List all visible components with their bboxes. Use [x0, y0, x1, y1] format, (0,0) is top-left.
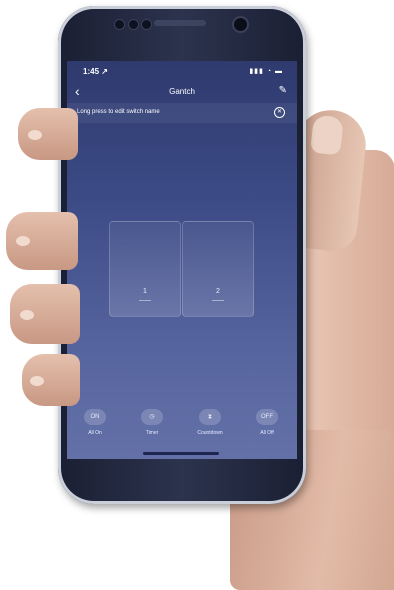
hand-finger: [18, 108, 78, 160]
clock-icon[interactable]: ◷: [141, 409, 163, 425]
switch-indicator: [139, 300, 151, 301]
timer-action[interactable]: ◷ Timer: [132, 409, 172, 436]
nav-bar: ‹ Gantch ✎: [67, 81, 297, 103]
earpiece-speaker: [154, 20, 206, 26]
switch-button-1[interactable]: 1: [109, 221, 181, 317]
switch-label: 1: [143, 288, 147, 295]
app-screen: 1:45 ↗ ▮▮▮ ◔ ▬ ‹ Gantch ✎ Long press to …: [67, 61, 297, 459]
action-bar: ON All On ◷ Timer ⧗ Countdown OFF All Of…: [67, 409, 297, 449]
action-label: All Off: [260, 430, 274, 436]
hint-banner: Long press to edit switch name ✕: [67, 103, 297, 123]
countdown-action[interactable]: ⧗ Countdown: [190, 409, 230, 436]
close-circle-icon[interactable]: ✕: [274, 107, 285, 118]
thumb-nail: [310, 114, 344, 156]
hint-text: Long press to edit switch name: [77, 109, 160, 115]
sensor-dot: [141, 19, 152, 30]
sensor-dot: [128, 19, 139, 30]
all-on-action[interactable]: ON All On: [75, 409, 115, 436]
front-camera: [232, 16, 249, 33]
pencil-icon[interactable]: ✎: [279, 85, 287, 96]
power-off-icon[interactable]: OFF: [256, 409, 278, 425]
power-on-icon[interactable]: ON: [84, 409, 106, 425]
fingernail: [20, 310, 34, 320]
all-off-action[interactable]: OFF All Off: [247, 409, 287, 436]
switch-button-2[interactable]: 2: [182, 221, 254, 317]
action-label: All On: [88, 430, 102, 436]
home-indicator[interactable]: [143, 452, 219, 455]
page-title: Gantch: [169, 87, 195, 96]
fingernail: [16, 236, 30, 246]
fingernail: [28, 130, 42, 140]
switch-indicator: [212, 300, 224, 301]
sensor-dot: [114, 19, 125, 30]
status-icons: ▮▮▮ ◔ ▬: [249, 68, 283, 75]
hourglass-icon[interactable]: ⧗: [199, 409, 221, 425]
action-label: Countdown: [197, 430, 223, 436]
status-bar: 1:45 ↗ ▮▮▮ ◔ ▬: [67, 61, 297, 79]
fingernail: [30, 376, 44, 386]
action-label: Timer: [145, 430, 159, 436]
switch-label: 2: [216, 288, 220, 295]
status-time: 1:45 ↗: [83, 67, 108, 76]
